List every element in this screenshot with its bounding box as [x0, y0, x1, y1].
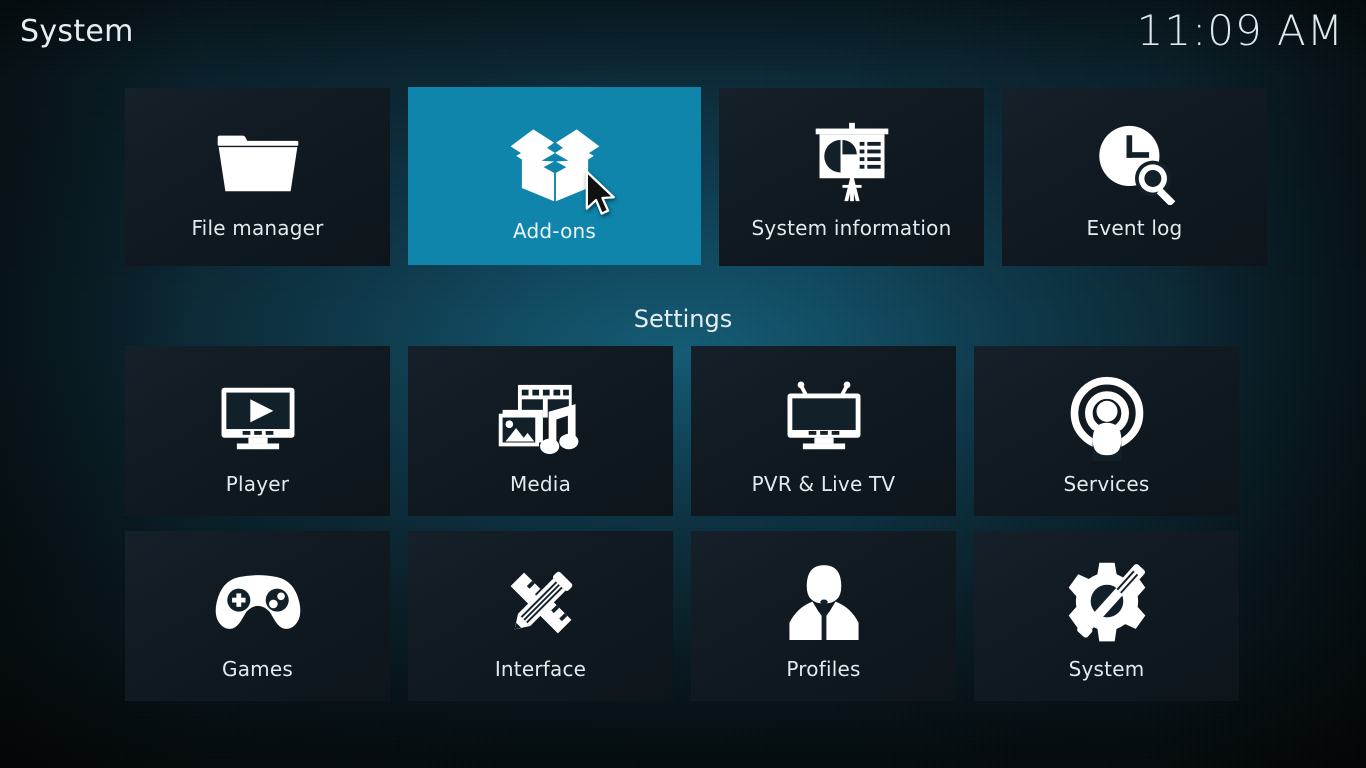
tile-games[interactable]: Games	[125, 531, 390, 701]
tile-add-ons[interactable]: Add-ons	[408, 87, 701, 265]
presentation-icon	[797, 116, 907, 208]
pencil-ruler-icon	[486, 557, 596, 649]
clock-search-icon	[1080, 116, 1190, 208]
settings-section-heading: Settings	[633, 305, 733, 333]
folder-icon	[203, 116, 313, 208]
tile-label: Event log	[1086, 216, 1183, 240]
tile-services[interactable]: Services	[974, 346, 1239, 516]
tv-antenna-icon	[769, 372, 879, 464]
tile-label: System information	[751, 216, 952, 240]
tile-media[interactable]: Media	[408, 346, 673, 516]
broadcast-icon	[1052, 372, 1162, 464]
tile-system-information[interactable]: System information	[719, 88, 984, 266]
settings-tile-row-1: Player Media PVR & Live TV Services	[125, 346, 1239, 516]
open-box-icon	[500, 115, 610, 207]
tile-label: PVR & Live TV	[751, 472, 896, 496]
settings-tile-row-2: Games Interface Profiles System	[125, 531, 1239, 701]
tile-label: Media	[509, 472, 572, 496]
tile-file-manager[interactable]: File manager	[125, 88, 390, 266]
window-header: System 11:09 AM	[0, 0, 1366, 72]
tile-label: Add-ons	[512, 219, 597, 243]
monitor-play-icon	[203, 372, 313, 464]
tile-label: Interface	[494, 657, 587, 681]
tile-label: Services	[1063, 472, 1150, 496]
tile-label: File manager	[191, 216, 324, 240]
tile-player[interactable]: Player	[125, 346, 390, 516]
tile-event-log[interactable]: Event log	[1002, 88, 1267, 266]
person-bust-icon	[769, 557, 879, 649]
top-tile-row: File manager Add-ons System information …	[125, 87, 1267, 266]
tile-label: Games	[222, 657, 293, 681]
page-title: System	[20, 14, 134, 49]
tile-label: Profiles	[786, 657, 861, 681]
tile-pvr-live-tv[interactable]: PVR & Live TV	[691, 346, 956, 516]
tile-label: System	[1068, 657, 1145, 681]
tile-profiles[interactable]: Profiles	[691, 531, 956, 701]
clock-label: 11:09 AM	[1136, 6, 1344, 55]
tile-label: Player	[225, 472, 290, 496]
gear-wrench-icon	[1052, 557, 1162, 649]
media-stack-icon	[486, 372, 596, 464]
tile-system[interactable]: System	[974, 531, 1239, 701]
tile-interface[interactable]: Interface	[408, 531, 673, 701]
gamepad-icon	[203, 557, 313, 649]
